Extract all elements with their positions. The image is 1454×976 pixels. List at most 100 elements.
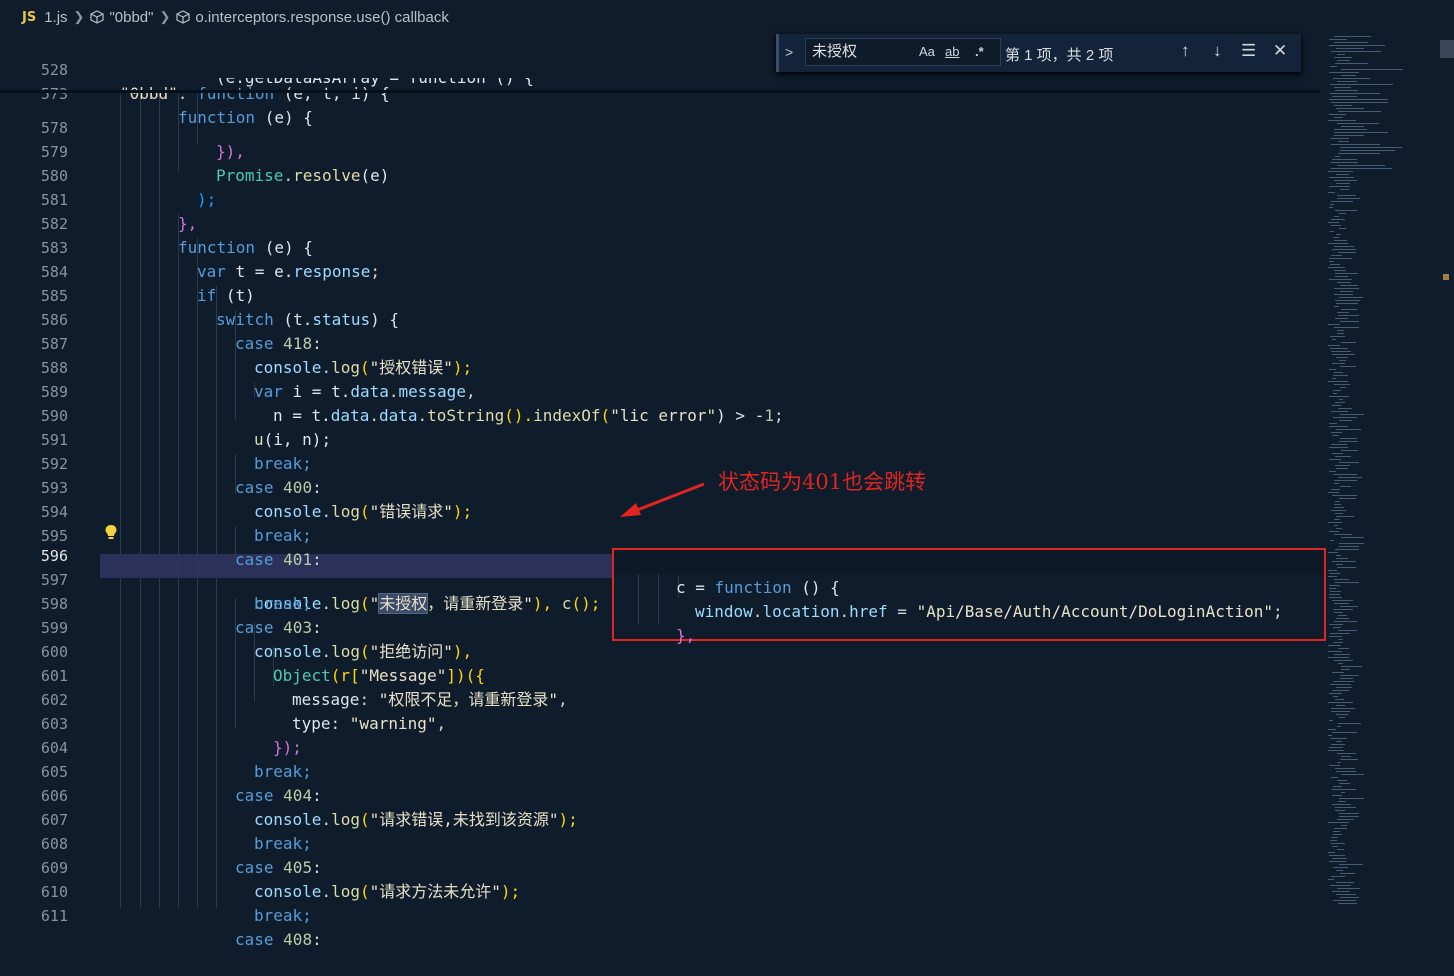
code-line[interactable]: 594 break;: [0, 476, 1320, 545]
minimap-line: [1328, 735, 1332, 736]
minimap-line: [1336, 687, 1352, 688]
minimap-line: [1329, 261, 1334, 262]
code-line[interactable]: 587 console.log("授权错误");: [0, 308, 1320, 377]
whole-word-button[interactable]: ab: [945, 44, 959, 59]
annotation-line: [935, 548, 1185, 550]
minimap-line: [1330, 540, 1334, 541]
minimap-line: [1337, 60, 1350, 61]
code-line-active[interactable]: 596 console.log("未授权，请重新登录"), c();: [0, 520, 1320, 614]
minimap-line: [1333, 393, 1337, 394]
code-line[interactable]: 602 type: "warning",: [0, 664, 1320, 733]
minimap-line: [1331, 744, 1345, 745]
minimap-line: [1329, 585, 1340, 586]
code-line[interactable]: 611 case 408:: [0, 880, 1320, 949]
code-line[interactable]: 609 console.log("请求方法未允许");: [0, 832, 1320, 901]
minimap-line: [1335, 273, 1358, 274]
minimap-line: [1341, 126, 1364, 127]
minimap-line: [1332, 804, 1351, 805]
minimap-line: [1331, 351, 1351, 352]
minimap-line: [1329, 207, 1333, 208]
code-line[interactable]: 589 n = t.data.data.toString().indexOf("…: [0, 356, 1320, 425]
minimap-line: [1328, 522, 1342, 523]
minimap-line: [1331, 411, 1348, 412]
code-line[interactable]: 584 if (t): [0, 236, 1320, 305]
code-line[interactable]: 580 );: [0, 140, 1320, 209]
toggle-replace-button[interactable]: >: [785, 44, 793, 60]
minimap-line: [1335, 501, 1340, 502]
minimap-line: [1332, 795, 1342, 796]
code-line[interactable]: 610 break;: [0, 856, 1320, 925]
minimap-line: [1335, 582, 1359, 583]
code-line[interactable]: 583 var t = e.response;: [0, 212, 1320, 281]
minimap-line: [1328, 576, 1337, 577]
minimap-line: [1338, 723, 1361, 724]
code-line[interactable]: 578 }),: [0, 92, 1320, 161]
minimap-line: [1328, 729, 1336, 730]
breadcrumb-file[interactable]: 1.js: [44, 9, 67, 26]
minimap-line: [1337, 165, 1385, 166]
code-line[interactable]: 607 break;: [0, 784, 1320, 853]
next-match-button[interactable]: ↓: [1213, 41, 1222, 61]
code-line[interactable]: 605 case 404:: [0, 736, 1320, 805]
minimap-line: [1334, 372, 1343, 373]
minimap-line: [1339, 399, 1343, 400]
minimap-line: [1339, 783, 1350, 784]
minimap-line: [1340, 366, 1356, 367]
minimap-line: [1329, 861, 1346, 862]
previous-match-button[interactable]: ↑: [1181, 41, 1190, 61]
code-editor[interactable]: 528 "0bbd": function (e, t, i) { 573 fun…: [0, 34, 1320, 949]
regex-button[interactable]: .*: [975, 44, 984, 59]
minimap-line: [1331, 708, 1355, 709]
minimap-line: [1328, 267, 1345, 268]
find-input[interactable]: 未授权: [805, 38, 1001, 66]
match-count: 第 1 项，共 2 项: [1005, 47, 1114, 64]
minimap-line: [1329, 624, 1343, 625]
close-find-button[interactable]: ✕: [1273, 41, 1287, 61]
find-in-selection-button[interactable]: ☰: [1241, 41, 1256, 61]
code-line[interactable]: 593 console.log("错误请求");: [0, 452, 1320, 521]
minimap-line: [1332, 858, 1347, 859]
minimap-line: [1330, 591, 1341, 592]
code-line[interactable]: 582 function (e) {: [0, 188, 1320, 257]
match-case-button[interactable]: Aa: [919, 44, 935, 59]
minimap-line: [1334, 828, 1347, 829]
minimap-line: [1340, 285, 1358, 286]
minimap-line: [1329, 588, 1336, 589]
minimap-line: [1340, 150, 1395, 151]
code-line[interactable]: 581 },: [0, 164, 1320, 233]
minimap-line: [1331, 138, 1349, 139]
code-line[interactable]: 591 break;: [0, 404, 1320, 473]
code-line[interactable]: 606 console.log("请求错误,未找到该资源");: [0, 760, 1320, 829]
minimap-line: [1334, 507, 1344, 508]
minimap-line: [1331, 168, 1392, 169]
minimap-line: [1337, 753, 1356, 754]
code-line[interactable]: 603 });: [0, 688, 1320, 757]
code-line[interactable]: 592 case 400:: [0, 428, 1320, 497]
minimap-line: [1338, 663, 1343, 664]
minimap-line: [1328, 345, 1340, 346]
minimap[interactable]: [1320, 34, 1454, 908]
code-line[interactable]: 604 break;: [0, 712, 1320, 781]
code-line[interactable]: 585 switch (t.status) {: [0, 260, 1320, 329]
minimap-line: [1339, 864, 1363, 865]
code-line[interactable]: 608 case 405:: [0, 808, 1320, 877]
breadcrumb-callback[interactable]: o.interceptors.response.use() callback: [195, 9, 448, 26]
code-line[interactable]: 588 var i = t.data.message,: [0, 332, 1320, 401]
code-line[interactable]: 579 Promise.resolve(e): [0, 116, 1320, 185]
code-line[interactable]: 590 u(i, n);: [0, 380, 1320, 449]
minimap-line: [1341, 825, 1347, 826]
minimap-line: [1331, 489, 1340, 490]
minimap-line: [1332, 435, 1339, 436]
minimap-line: [1338, 630, 1357, 631]
lightbulb-icon[interactable]: [104, 524, 118, 540]
scrollbar-thumb[interactable]: [1440, 40, 1454, 58]
minimap-line: [1340, 873, 1355, 874]
minimap-line: [1329, 423, 1337, 424]
minimap-line: [1341, 792, 1345, 793]
code-line[interactable]: 601 message: "权限不足，请重新登录",: [0, 640, 1320, 709]
minimap-line: [1336, 528, 1342, 529]
minimap-line: [1341, 75, 1356, 76]
breadcrumb-module[interactable]: "0bbd": [109, 9, 153, 26]
code-line[interactable]: 586 case 418:: [0, 284, 1320, 353]
minimap-line: [1329, 177, 1354, 178]
